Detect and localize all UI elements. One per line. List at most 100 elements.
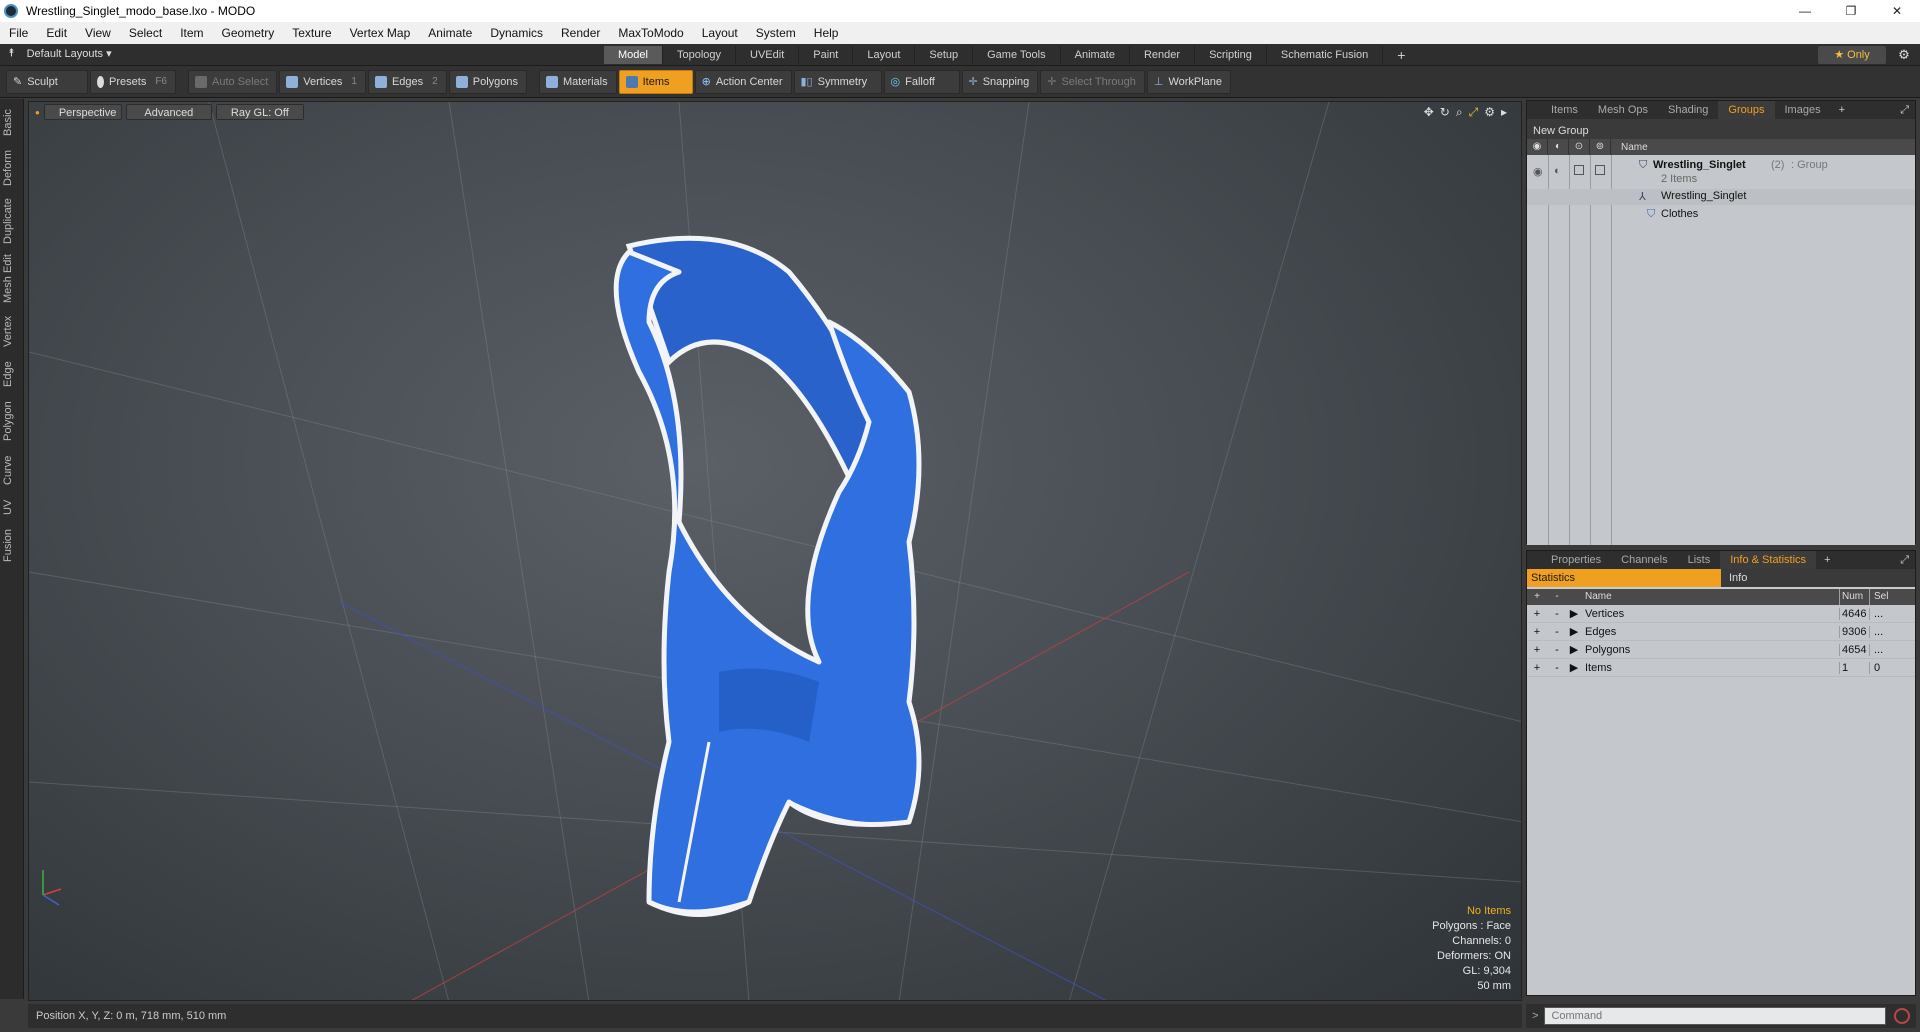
add-icon[interactable]: + <box>1527 608 1547 620</box>
menu-select[interactable]: Select <box>120 26 171 40</box>
row-lock-checkbox[interactable] <box>1574 165 1584 175</box>
edges-button[interactable]: Edges 2 <box>367 69 447 94</box>
gear-icon[interactable]: ⚙ <box>1894 46 1914 64</box>
table-row[interactable]: + - ▶ Polygons 4654 ... <box>1527 641 1915 659</box>
menu-geometry[interactable]: Geometry <box>213 26 284 40</box>
visibility-eye-icon[interactable]: ◉ <box>1527 139 1548 155</box>
snapping-button[interactable]: ✛ Snapping <box>961 69 1039 94</box>
menu-item[interactable]: Item <box>171 26 212 40</box>
vtab-duplicate[interactable]: Duplicate <box>2 195 22 247</box>
remove-icon[interactable]: - <box>1547 662 1567 674</box>
tab-properties[interactable]: Properties <box>1541 551 1611 569</box>
menu-maxtomodo[interactable]: MaxToModo <box>609 26 692 40</box>
menu-dynamics[interactable]: Dynamics <box>481 26 552 40</box>
menu-system[interactable]: System <box>747 26 805 40</box>
tab-paint[interactable]: Paint <box>799 46 854 64</box>
sculpt-button[interactable]: ✎ Sculpt <box>6 69 88 94</box>
menu-edit[interactable]: Edit <box>37 26 76 40</box>
expand-arrow-icon[interactable]: ▶ <box>1567 625 1581 638</box>
new-group-button[interactable]: New Group <box>1529 123 1607 139</box>
zoom-icon[interactable]: ⌕ <box>1456 105 1463 120</box>
tab-render[interactable]: Render <box>1130 46 1196 64</box>
vtab-edge[interactable]: Edge <box>2 357 22 391</box>
menu-file[interactable]: File <box>0 26 37 40</box>
select-icon[interactable]: ⊚ <box>1590 139 1611 155</box>
table-row[interactable]: + - ▶ Vertices 4646 ... <box>1527 605 1915 623</box>
items-button[interactable]: Items <box>618 69 693 94</box>
polygons-button[interactable]: Polygons <box>448 69 527 94</box>
tree-item[interactable]: ⛉ Clothes <box>1527 207 1915 223</box>
menu-vertex-map[interactable]: Vertex Map <box>341 26 420 40</box>
tab-schematic-fusion[interactable]: Schematic Fusion <box>1267 46 1384 64</box>
vtab-curve[interactable]: Curve <box>2 451 22 489</box>
auto-select-button[interactable]: Auto Select <box>188 69 278 94</box>
tab-game-tools[interactable]: Game Tools <box>973 46 1061 64</box>
viewport-menu-icon[interactable]: ● <box>35 108 40 117</box>
expand-arrow-icon[interactable]: ▶ <box>1567 643 1581 656</box>
vtab-fusion[interactable]: Fusion <box>2 525 22 565</box>
vertices-button[interactable]: Vertices 1 <box>279 69 366 94</box>
menu-help[interactable]: Help <box>805 26 848 40</box>
rotate-icon[interactable]: ↻ <box>1440 105 1450 120</box>
maximize-view-icon[interactable]: ⤢ <box>1469 105 1479 120</box>
viewport-expand-arrow-icon[interactable]: ▸ <box>1501 105 1507 120</box>
remove-icon[interactable]: - <box>1547 608 1567 620</box>
tab-images[interactable]: Images <box>1775 101 1831 119</box>
expand-panel-icon[interactable]: ⤢ <box>1900 554 1915 567</box>
vtab-uv[interactable]: UV <box>2 495 22 519</box>
raygl-dropdown[interactable]: Ray GL: Off <box>215 104 304 120</box>
presets-button[interactable]: Presets F6 <box>90 69 176 94</box>
tab-lists[interactable]: Lists <box>1678 551 1721 569</box>
tab-topology[interactable]: Topology <box>663 46 737 64</box>
tree-item[interactable]: ⅄ Wrestling_Singlet <box>1527 189 1915 205</box>
menu-view[interactable]: View <box>76 26 120 40</box>
materials-button[interactable]: Materials <box>539 69 617 94</box>
action-center-button[interactable]: ⊕ Action Center <box>694 69 792 94</box>
subtab-statistics[interactable]: Statistics <box>1527 569 1721 587</box>
falloff-button[interactable]: ◎ Falloff <box>883 69 960 94</box>
vtab-mesh-edit[interactable]: Mesh Edit <box>2 253 22 305</box>
maximize-button[interactable]: ❐ <box>1828 0 1874 22</box>
advanced-dropdown[interactable]: Advanced <box>125 104 212 120</box>
row-select-checkbox[interactable] <box>1595 165 1605 175</box>
vtab-polygon[interactable]: Polygon <box>2 397 22 445</box>
subtab-info[interactable]: Info <box>1721 569 1747 587</box>
record-macro-icon[interactable] <box>1894 1008 1911 1024</box>
row-eye-icon[interactable]: ◉ <box>1533 165 1543 178</box>
menu-layout[interactable]: Layout <box>693 26 747 40</box>
tab-model[interactable]: Model <box>604 46 663 64</box>
tab-scripting[interactable]: Scripting <box>1195 46 1267 64</box>
menu-texture[interactable]: Texture <box>283 26 340 40</box>
add-panel-tab-icon[interactable]: + <box>1831 104 1853 116</box>
tab-animate[interactable]: Animate <box>1061 46 1130 64</box>
expand-panel-icon[interactable]: ⤢ <box>1900 104 1915 117</box>
viewport-gear-icon[interactable]: ⚙ <box>1484 105 1495 120</box>
vtab-vertex[interactable]: Vertex <box>2 311 22 351</box>
tab-uvedit[interactable]: UVEdit <box>736 46 800 64</box>
table-row[interactable]: + - ▶ Edges 9306 ... <box>1527 623 1915 641</box>
menu-render[interactable]: Render <box>552 26 609 40</box>
tab-groups[interactable]: Groups <box>1718 101 1775 119</box>
add-icon[interactable]: + <box>1527 644 1547 656</box>
render-icon[interactable]: ◐ <box>1548 139 1569 155</box>
vtab-deform[interactable]: Deform <box>2 147 22 189</box>
table-row[interactable]: + - ▶ Items 1 0 <box>1527 659 1915 677</box>
row-render-icon[interactable]: ◐ <box>1554 165 1561 177</box>
only-toggle-button[interactable]: ★ Only <box>1818 46 1886 64</box>
group-row[interactable]: ◉ ◐ ⛉ Wrestling_Singlet (2) : Group 2 It… <box>1527 157 1915 187</box>
tab-channels[interactable]: Channels <box>1611 551 1677 569</box>
tab-shading[interactable]: Shading <box>1658 101 1718 119</box>
lock-icon[interactable]: ⊙ <box>1569 139 1590 155</box>
add-tab-button[interactable]: + <box>1383 46 1419 64</box>
add-panel-tab-icon[interactable]: + <box>1816 554 1838 566</box>
tab-mesh-ops[interactable]: Mesh Ops <box>1588 101 1658 119</box>
remove-icon[interactable]: - <box>1547 644 1567 656</box>
workplane-button[interactable]: ⊥ WorkPlane <box>1146 69 1232 94</box>
add-icon[interactable]: + <box>1527 626 1547 638</box>
vtab-basic[interactable]: Basic <box>2 105 22 141</box>
perspective-dropdown[interactable]: Perspective <box>43 104 122 120</box>
remove-icon[interactable]: - <box>1547 626 1567 638</box>
expand-arrow-icon[interactable]: ▶ <box>1567 607 1581 620</box>
tab-info-statistics[interactable]: Info & Statistics <box>1720 551 1817 569</box>
minimize-button[interactable]: — <box>1782 0 1828 22</box>
